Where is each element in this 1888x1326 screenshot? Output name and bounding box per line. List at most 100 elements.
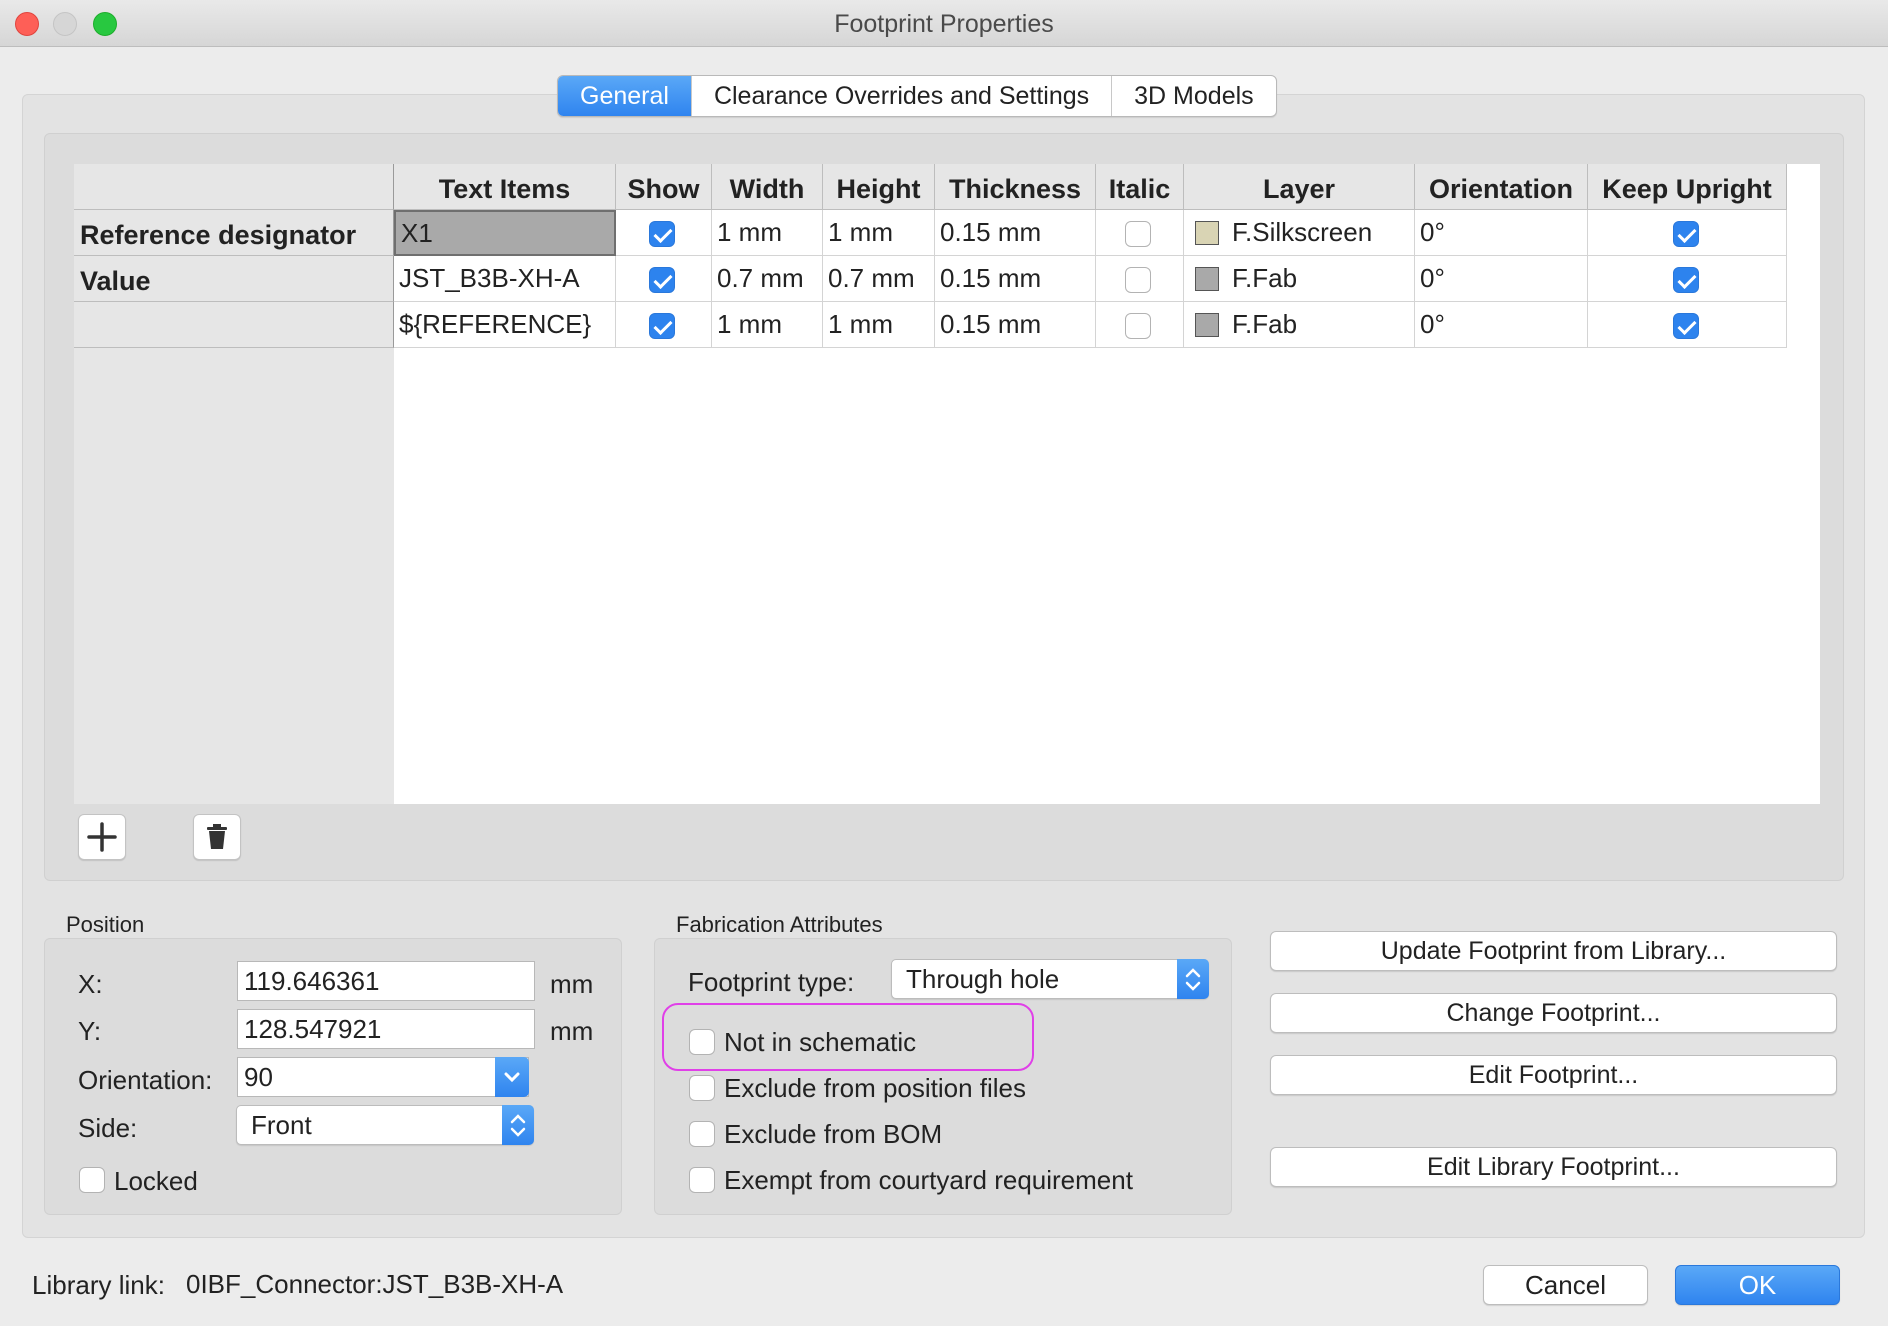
cell-thickness[interactable]: 0.15 mm (935, 256, 1096, 302)
cell-text[interactable]: ${REFERENCE} (394, 302, 616, 348)
x-input[interactable]: 119.646361 (237, 961, 535, 1001)
italic-checkbox[interactable] (1125, 267, 1151, 293)
exclude-position-checkbox[interactable] (689, 1075, 715, 1101)
cell-italic (1096, 210, 1184, 256)
tab-3d-models[interactable]: 3D Models (1112, 76, 1276, 116)
layer-color-swatch (1195, 221, 1219, 245)
cell-keep-upright (1588, 210, 1787, 256)
keep-upright-checkbox[interactable] (1673, 221, 1699, 247)
side-select[interactable]: Front (236, 1105, 534, 1145)
orientation-combobox[interactable]: 90 (237, 1057, 529, 1097)
layer-color-swatch (1195, 267, 1219, 291)
delete-field-button[interactable] (193, 814, 241, 860)
cell-orientation[interactable]: 0° (1415, 302, 1588, 348)
cell-orientation[interactable]: 0° (1415, 256, 1588, 302)
locked-label: Locked (114, 1166, 198, 1196)
cell-layer[interactable]: F.Silkscreen (1184, 210, 1415, 256)
cell-italic (1096, 302, 1184, 348)
title-bar: Footprint Properties (0, 0, 1888, 47)
orientation-label: Orientation: (78, 1065, 213, 1095)
cancel-button[interactable]: Cancel (1483, 1265, 1648, 1305)
header-show[interactable]: Show (616, 164, 712, 210)
cell-show (616, 210, 712, 256)
locked-checkbox[interactable] (79, 1167, 105, 1193)
cell-layer[interactable]: F.Fab (1184, 256, 1415, 302)
header-orientation[interactable]: Orientation (1415, 164, 1588, 210)
chevron-down-icon[interactable] (495, 1057, 529, 1097)
update-footprint-button[interactable]: Update Footprint from Library... (1270, 931, 1837, 971)
y-label: Y: (78, 1016, 102, 1046)
side-value: Front (251, 1110, 312, 1140)
window-title: Footprint Properties (834, 10, 1054, 38)
exempt-courtyard-checkbox[interactable] (689, 1167, 715, 1193)
not-in-schematic-checkbox[interactable] (689, 1029, 715, 1055)
cell-layer[interactable]: F.Fab (1184, 302, 1415, 348)
keep-upright-checkbox[interactable] (1673, 267, 1699, 293)
layer-name: F.Fab (1232, 263, 1298, 293)
header-layer[interactable]: Layer (1184, 164, 1415, 210)
header-italic[interactable]: Italic (1096, 164, 1184, 210)
header-height[interactable]: Height (823, 164, 935, 210)
footprint-type-label: Footprint type: (688, 967, 855, 997)
row-label-value: Value (74, 256, 394, 302)
cell-width[interactable]: 0.7 mm (712, 256, 823, 302)
keep-upright-checkbox[interactable] (1673, 313, 1699, 339)
x-label: X: (78, 969, 103, 999)
cell-height[interactable]: 0.7 mm (823, 256, 935, 302)
library-link-label: Library link: (32, 1270, 165, 1300)
header-width[interactable]: Width (712, 164, 823, 210)
library-link-value: 0IBF_Connector:JST_B3B-XH-A (186, 1269, 564, 1299)
tab-clearance-overrides[interactable]: Clearance Overrides and Settings (692, 76, 1113, 116)
cell-show (616, 302, 712, 348)
layer-name: F.Fab (1232, 309, 1298, 339)
trash-icon (207, 824, 227, 849)
ok-button[interactable]: OK (1675, 1265, 1840, 1305)
cell-text[interactable]: JST_B3B-XH-A (394, 256, 616, 302)
row-label-reference: Reference designator (74, 210, 394, 256)
not-in-schematic-label: Not in schematic (724, 1027, 917, 1057)
cell-text[interactable]: X1 (394, 210, 616, 256)
updown-icon (502, 1105, 534, 1145)
y-input[interactable]: 128.547921 (237, 1009, 535, 1049)
cell-keep-upright (1588, 256, 1787, 302)
updown-icon (1177, 959, 1209, 999)
layer-name: F.Silkscreen (1232, 217, 1373, 247)
tab-general[interactable]: General (558, 76, 692, 116)
header-thickness[interactable]: Thickness (935, 164, 1096, 210)
cell-height[interactable]: 1 mm (823, 210, 935, 256)
tab-bar: General Clearance Overrides and Settings… (557, 75, 1277, 117)
orientation-value: 90 (244, 1062, 273, 1092)
cell-height[interactable]: 1 mm (823, 302, 935, 348)
cell-keep-upright (1588, 302, 1787, 348)
add-field-button[interactable] (78, 814, 126, 860)
side-label: Side: (78, 1113, 138, 1143)
fabrication-group-label: Fabrication Attributes (676, 912, 883, 937)
cell-orientation[interactable]: 0° (1415, 210, 1588, 256)
x-unit: mm (550, 969, 594, 999)
cell-italic (1096, 256, 1184, 302)
position-group-label: Position (66, 912, 145, 937)
show-checkbox[interactable] (649, 221, 675, 247)
exempt-courtyard-label: Exempt from courtyard requirement (724, 1165, 1133, 1195)
cell-width[interactable]: 1 mm (712, 302, 823, 348)
grid-corner (74, 164, 394, 210)
edit-footprint-button[interactable]: Edit Footprint... (1270, 1055, 1837, 1095)
layer-color-swatch (1195, 313, 1219, 337)
header-keep-upright[interactable]: Keep Upright (1588, 164, 1787, 210)
italic-checkbox[interactable] (1125, 313, 1151, 339)
show-checkbox[interactable] (649, 313, 675, 339)
header-text-items[interactable]: Text Items (394, 164, 616, 210)
footprint-type-value: Through hole (906, 964, 1060, 994)
cell-width[interactable]: 1 mm (712, 210, 823, 256)
exclude-bom-checkbox[interactable] (689, 1121, 715, 1147)
cell-thickness[interactable]: 0.15 mm (935, 302, 1096, 348)
cell-show (616, 256, 712, 302)
italic-checkbox[interactable] (1125, 221, 1151, 247)
show-checkbox[interactable] (649, 267, 675, 293)
y-unit: mm (550, 1016, 594, 1046)
cell-thickness[interactable]: 0.15 mm (935, 210, 1096, 256)
edit-library-footprint-button[interactable]: Edit Library Footprint... (1270, 1147, 1837, 1187)
row-label-empty (74, 302, 394, 348)
footprint-type-select[interactable]: Through hole (891, 959, 1209, 999)
change-footprint-button[interactable]: Change Footprint... (1270, 993, 1837, 1033)
